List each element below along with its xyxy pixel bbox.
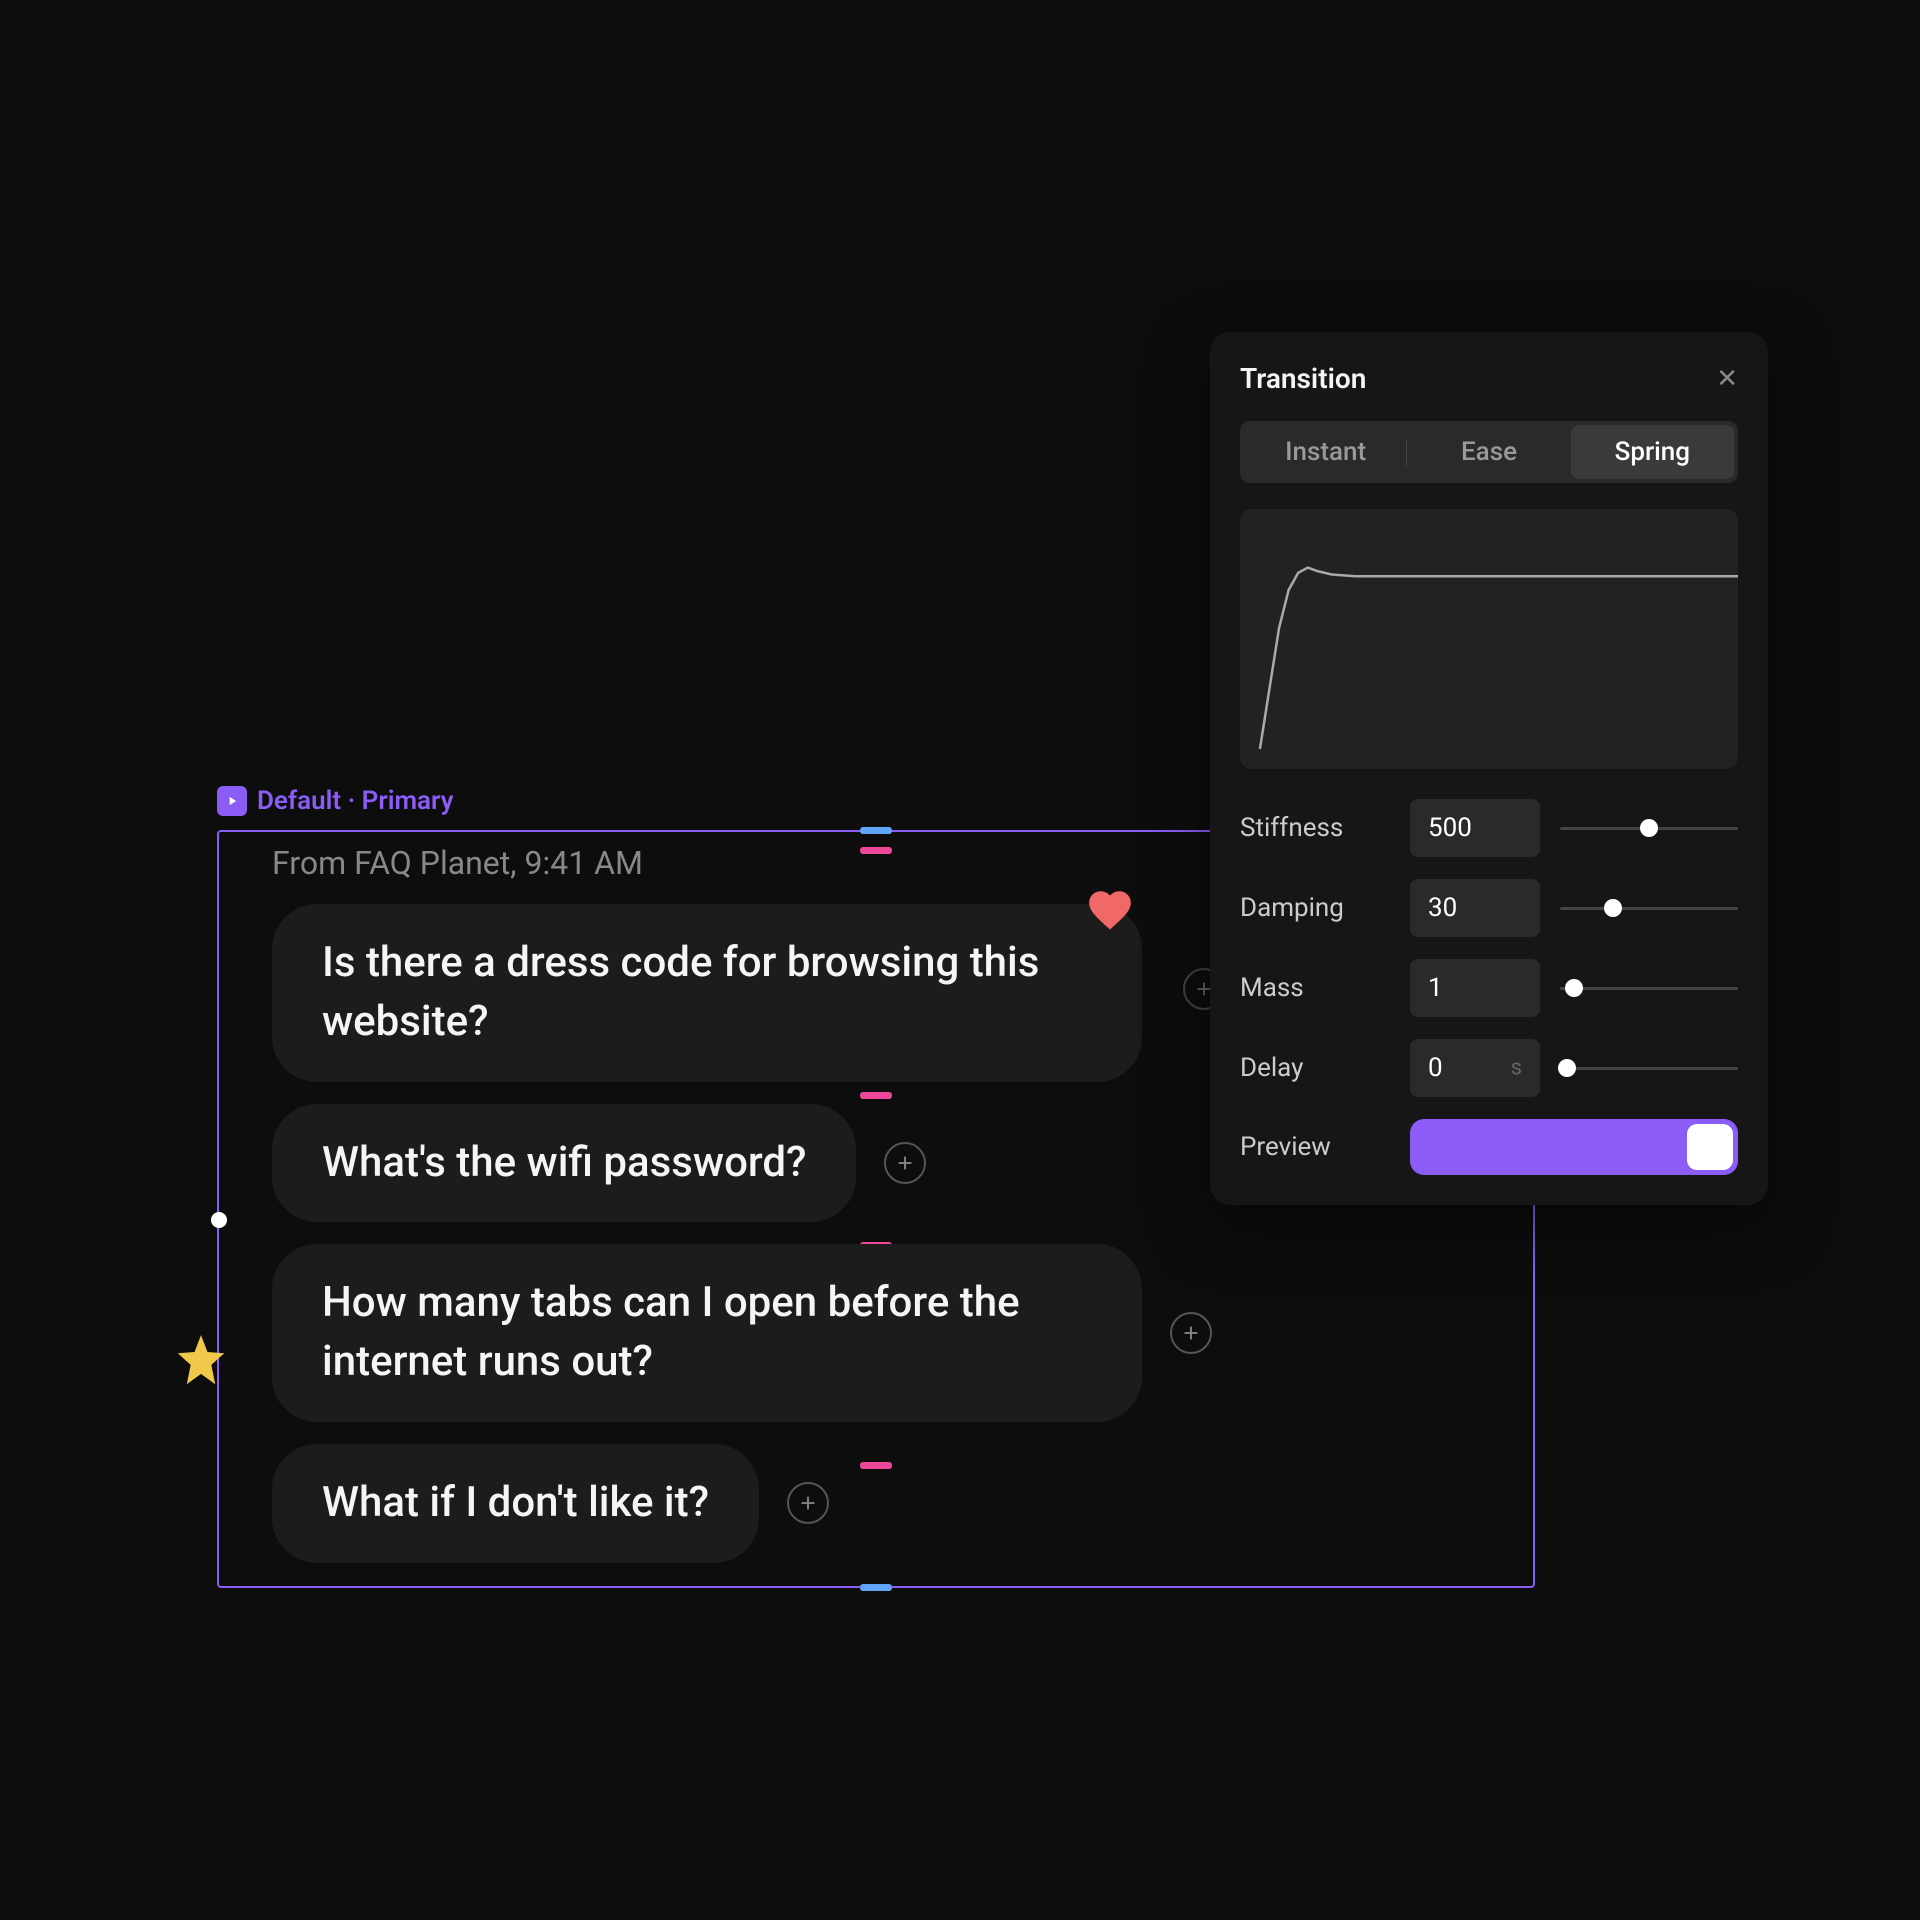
add-button[interactable]	[1170, 1312, 1212, 1354]
tab-instant[interactable]: Instant	[1244, 425, 1407, 479]
faq-question: How many tabs can I open before the inte…	[272, 1244, 1142, 1422]
resize-handle-top-blue[interactable]	[860, 827, 892, 834]
delay-label: Delay	[1240, 1053, 1390, 1083]
damping-label: Damping	[1240, 893, 1390, 923]
delay-unit: s	[1511, 1056, 1522, 1081]
mass-row: Mass	[1240, 959, 1738, 1017]
preview-row: Preview	[1240, 1119, 1738, 1175]
panel-header: Transition ✕	[1240, 362, 1738, 395]
stiffness-label: Stiffness	[1240, 813, 1390, 843]
preview-label: Preview	[1240, 1132, 1390, 1162]
add-button[interactable]	[884, 1142, 926, 1184]
tab-ease[interactable]: Ease	[1407, 425, 1570, 479]
damping-input[interactable]	[1410, 879, 1540, 937]
curve-preview	[1240, 509, 1738, 769]
stiffness-row: Stiffness	[1240, 799, 1738, 857]
frame-label[interactable]: Default · Primary	[217, 786, 454, 816]
faq-item[interactable]: What if I don't like it?	[272, 1444, 1482, 1563]
tab-spring[interactable]: Spring	[1571, 425, 1734, 479]
panel-title: Transition	[1240, 362, 1366, 395]
stiffness-input[interactable]	[1410, 799, 1540, 857]
faq-question: What if I don't like it?	[272, 1444, 759, 1563]
damping-slider[interactable]	[1560, 907, 1738, 910]
stiffness-slider[interactable]	[1560, 827, 1738, 830]
transition-type-tabs: Instant Ease Spring	[1240, 421, 1738, 483]
delay-slider[interactable]	[1560, 1067, 1738, 1070]
play-icon	[217, 786, 247, 816]
mass-slider[interactable]	[1560, 987, 1738, 990]
faq-question: Is there a dress code for browsing this …	[272, 904, 1142, 1082]
resize-handle-bottom-blue[interactable]	[860, 1584, 892, 1591]
heart-icon	[1085, 885, 1135, 935]
add-button[interactable]	[787, 1482, 829, 1524]
frame-label-text: Default · Primary	[257, 786, 454, 816]
preview-thumb	[1687, 1124, 1733, 1170]
mass-label: Mass	[1240, 973, 1390, 1003]
faq-question: What's the wifi password?	[272, 1104, 856, 1223]
star-icon	[170, 1330, 232, 1392]
faq-item[interactable]: How many tabs can I open before the inte…	[272, 1244, 1482, 1422]
close-icon[interactable]: ✕	[1716, 364, 1738, 394]
damping-row: Damping	[1240, 879, 1738, 937]
preview-toggle[interactable]	[1410, 1119, 1738, 1175]
delay-row: Delay s	[1240, 1039, 1738, 1097]
transition-panel: Transition ✕ Instant Ease Spring Stiffne…	[1210, 332, 1768, 1205]
mass-input[interactable]	[1410, 959, 1540, 1017]
resize-handle-left[interactable]	[211, 1212, 227, 1228]
